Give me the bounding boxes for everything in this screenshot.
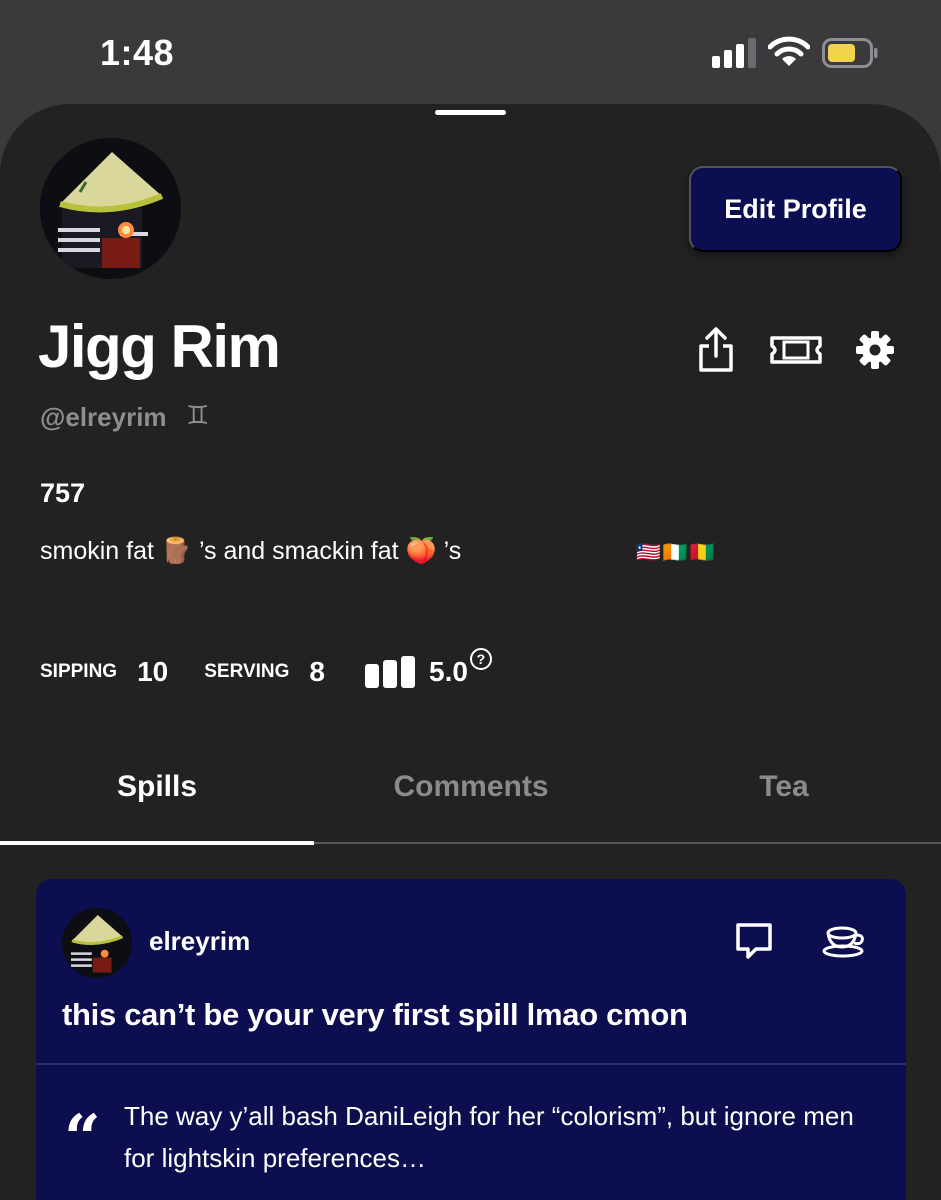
teacup-icon[interactable] — [822, 923, 866, 959]
sipping-count[interactable]: 10 — [137, 656, 168, 688]
tab-spills[interactable]: Spills — [0, 770, 314, 804]
card-avatar[interactable] — [62, 908, 132, 978]
card-divider — [36, 1063, 906, 1065]
spill-title: this can’t be your very first spill lmao… — [62, 997, 688, 1032]
quote-icon: “ — [64, 1101, 101, 1176]
share-icon[interactable] — [696, 326, 736, 374]
tab-active-indicator — [0, 841, 314, 845]
gear-icon[interactable] — [855, 330, 895, 370]
serving-count[interactable]: 8 — [309, 656, 325, 688]
edit-profile-button[interactable]: Edit Profile — [689, 166, 902, 252]
sheet-grabber[interactable] — [435, 110, 506, 115]
wifi-icon — [768, 36, 810, 66]
profile-stats: SIPPING 10 SERVING 8 5.0 ? — [40, 648, 492, 688]
sipping-label[interactable]: SIPPING — [40, 661, 117, 683]
flag-emojis: 🇱🇷🇨🇮🇬🇳 — [636, 542, 717, 564]
serving-label[interactable]: SERVING — [204, 661, 289, 683]
battery-icon — [822, 38, 878, 68]
quoted-spill-text[interactable]: The way y’all bash DaniLeigh for her “co… — [124, 1095, 884, 1179]
avatar-image — [40, 138, 181, 279]
area-code: 757 — [40, 478, 86, 508]
rating-help-icon[interactable]: ? — [469, 648, 492, 670]
ticket-icon[interactable] — [768, 330, 824, 370]
rating-bars-icon — [365, 656, 415, 688]
user-handle: @elreyrim — [40, 402, 167, 432]
card-avatar-image — [62, 908, 132, 978]
comment-icon[interactable] — [734, 921, 774, 961]
profile-tabs: Spills Comments Tea — [0, 760, 941, 845]
profile-avatar[interactable] — [40, 138, 181, 279]
tab-comments[interactable]: Comments — [314, 770, 628, 804]
display-name: Jigg Rim — [38, 313, 281, 380]
status-bar: 1:48 — [0, 0, 941, 104]
status-time: 1:48 — [100, 32, 175, 73]
tab-tea[interactable]: Tea — [627, 770, 941, 804]
spill-card[interactable]: elreyrim this can’t be your very first s… — [36, 879, 906, 1200]
cellular-signal-icon — [712, 38, 756, 68]
zodiac-icon: ♊ — [186, 400, 210, 430]
profile-bio: smokin fat 🪵 ’s and smackin fat 🍑 ’s — [40, 537, 462, 565]
rating-value: 5.0 — [429, 656, 468, 687]
card-username[interactable]: elreyrim — [149, 926, 250, 957]
